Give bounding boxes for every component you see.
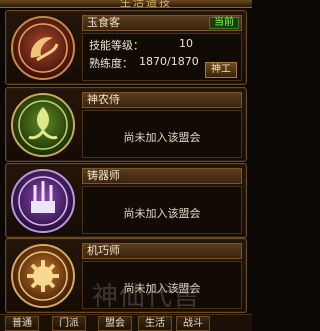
shengong-button[interactable]: 神工 — [205, 62, 237, 78]
tab-bar: 普通 门派 盟会 生活 战斗 — [0, 314, 252, 331]
guild-info: 尚未加入该盟会 — [82, 186, 242, 234]
guild-name: 玉食客 — [87, 16, 120, 29]
tab-guild[interactable]: 盟会 — [98, 316, 132, 331]
guild-panel-shennongshi[interactable]: 神农侍 尚未加入该盟会 — [5, 87, 247, 162]
proficiency-row: 熟练度： 1870/1870 — [89, 55, 199, 71]
guild-panel-yushike[interactable]: 玉食客 当前 技能等级： 10 熟练度： 1870/1870 神工 — [5, 10, 247, 85]
guild-panel-zhuqishi[interactable]: 铸器师 尚未加入该盟会 — [5, 163, 247, 238]
window-title: 生活造技 — [120, 0, 172, 9]
tab-sect[interactable]: 门派 — [52, 316, 86, 331]
guild-name: 神农侍 — [87, 93, 120, 106]
proficiency-label: 熟练度： — [89, 57, 133, 70]
guild-info: 技能等级： 10 熟练度： 1870/1870 神工 — [82, 33, 242, 81]
yushike-emblem-icon — [11, 16, 75, 80]
guild-name: 机巧师 — [87, 244, 120, 257]
proficiency-value: 1870/1870 — [139, 55, 199, 68]
shennongshi-emblem-icon — [11, 93, 75, 157]
skill-level-value: 10 — [179, 37, 193, 50]
not-joined-status: 尚未加入该盟会 — [123, 282, 201, 295]
tab-combat[interactable]: 战斗 — [176, 316, 210, 331]
current-badge: 当前 — [209, 17, 239, 29]
window-title-bar: 生活造技 — [0, 0, 252, 9]
not-joined-status: 尚未加入该盟会 — [123, 131, 201, 144]
jiqiaoshi-emblem-icon — [11, 244, 75, 308]
guild-header: 机巧师 — [82, 243, 242, 259]
guild-header: 玉食客 当前 — [82, 15, 242, 31]
guild-panel-jiqiaoshi[interactable]: 机巧师 尚未加入该盟会 — [5, 238, 247, 313]
guild-name: 铸器师 — [87, 169, 120, 182]
guild-info: 尚未加入该盟会 — [82, 261, 242, 309]
zhuqishi-emblem-icon — [11, 169, 75, 233]
tab-normal[interactable]: 普通 — [5, 316, 39, 331]
guild-header: 铸器师 — [82, 168, 242, 184]
not-joined-status: 尚未加入该盟会 — [123, 207, 201, 220]
tab-life[interactable]: 生活 — [138, 316, 172, 331]
skill-level-row: 技能等级： 10 — [89, 37, 193, 53]
skill-level-label: 技能等级： — [89, 39, 144, 52]
guild-header: 神农侍 — [82, 92, 242, 108]
guild-info: 尚未加入该盟会 — [82, 110, 242, 158]
